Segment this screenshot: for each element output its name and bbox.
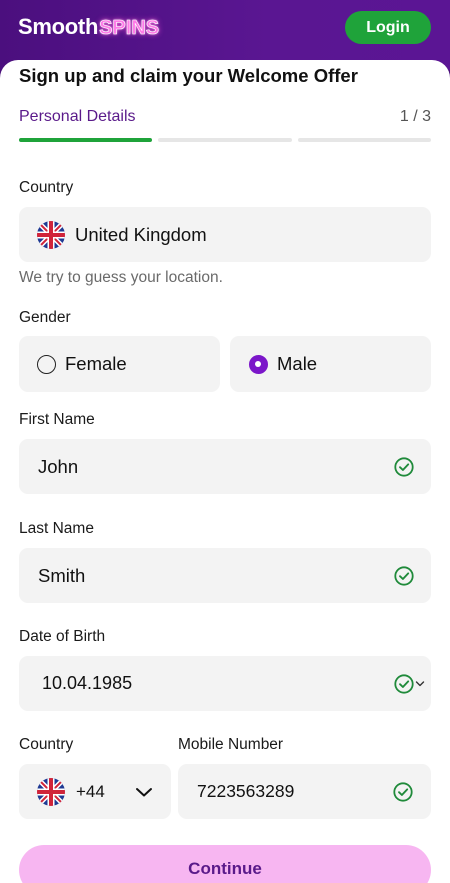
continue-button[interactable]: Continue: [19, 845, 431, 883]
country-hint: We try to guess your location.: [19, 269, 223, 286]
phone-country-label: Country: [19, 736, 74, 753]
radio-female[interactable]: [37, 354, 56, 374]
last-name-value: Smith: [38, 564, 86, 586]
first-name-field[interactable]: John: [19, 439, 431, 494]
login-button[interactable]: Login: [345, 11, 431, 44]
step-name: Personal Details: [19, 108, 136, 125]
phone-code-value: +44: [76, 781, 105, 801]
gender-label: Gender: [19, 309, 71, 326]
signup-card: Sign up and claim your Welcome Offer Per…: [0, 60, 450, 883]
last-name-field[interactable]: Smith: [19, 548, 431, 603]
gender-female-label: Female: [65, 353, 127, 374]
country-value: United Kingdom: [75, 223, 207, 245]
first-name-label: First Name: [19, 411, 95, 428]
logo-text-spins: SPINS: [99, 17, 160, 40]
step-counter: 1 / 3: [399, 108, 431, 125]
gender-male-label: Male: [277, 353, 318, 374]
phone-country-code-select[interactable]: +44: [19, 764, 171, 819]
progress-segment-1: [19, 138, 153, 142]
gender-option-male[interactable]: Male: [230, 336, 431, 392]
dob-label: Date of Birth: [19, 628, 106, 645]
country-label: Country: [19, 179, 74, 196]
progress-segment-3: [297, 138, 431, 142]
gender-option-female[interactable]: Female: [19, 336, 220, 392]
chevron-down-icon[interactable]: [415, 680, 425, 688]
check-circle-icon: [394, 457, 414, 477]
dob-value: 10.04.1985: [42, 673, 133, 693]
radio-male[interactable]: [249, 354, 268, 374]
step-progress-bar: [19, 138, 431, 142]
form-title: Sign up and claim your Welcome Offer: [19, 65, 358, 86]
mobile-number-label: Mobile Number: [178, 736, 284, 753]
country-select[interactable]: United Kingdom: [19, 207, 431, 262]
uk-flag-icon: [37, 220, 65, 249]
mobile-number-value: 7223563289: [197, 781, 295, 801]
first-name-value: John: [38, 455, 79, 477]
check-circle-icon: [394, 674, 414, 694]
chevron-down-icon[interactable]: [135, 786, 153, 798]
last-name-label: Last Name: [19, 520, 94, 537]
dob-field[interactable]: 10.04.1985: [19, 656, 431, 711]
mobile-number-field[interactable]: 7223563289: [178, 764, 431, 819]
logo-text-smooth: Smooth: [18, 14, 99, 39]
progress-segment-2: [158, 138, 292, 142]
logo[interactable]: Smooth SPINS: [18, 14, 159, 40]
check-circle-icon: [393, 782, 413, 802]
check-circle-icon: [394, 566, 414, 586]
uk-flag-icon: [37, 777, 65, 806]
